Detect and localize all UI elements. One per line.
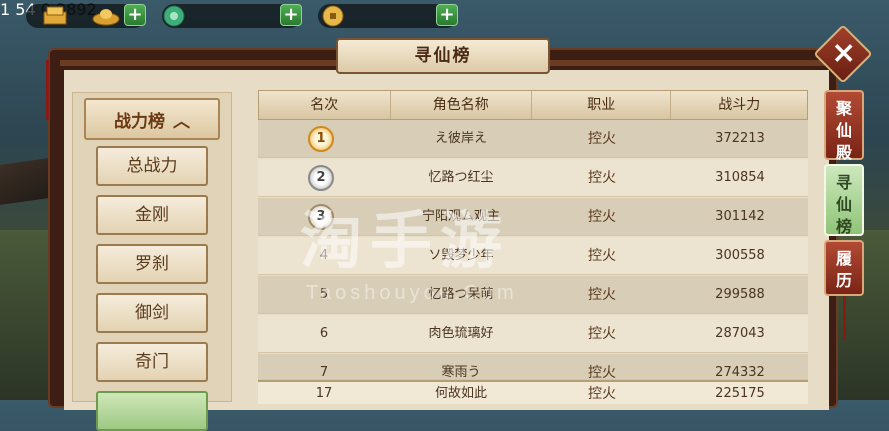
player-power: 299588 bbox=[715, 287, 765, 302]
tab-xunxianbang[interactable]: 寻仙榜 bbox=[824, 164, 864, 236]
add-ingot-button[interactable]: + bbox=[124, 4, 146, 26]
gold-medal-icon: 1 bbox=[308, 126, 334, 152]
player-job: 控火 bbox=[588, 248, 616, 264]
tab-juxiandian-label: 聚仙殿 bbox=[836, 99, 853, 162]
table-row[interactable]: 6 肉色琉璃好 控火 287043 bbox=[258, 315, 808, 353]
category-qimen[interactable]: 奇门 bbox=[96, 342, 208, 382]
player-power: 287043 bbox=[715, 326, 765, 341]
player-power: 310854 bbox=[715, 170, 765, 185]
player-job: 控火 bbox=[588, 326, 616, 342]
player-power: 372213 bbox=[715, 131, 765, 146]
header-name: 角色名称 bbox=[391, 91, 532, 119]
player-rank: 6 bbox=[319, 326, 329, 341]
watermark-url: Taoshouyou.Com bbox=[306, 282, 518, 304]
category-yujian[interactable]: 御剑 bbox=[96, 293, 208, 333]
player-job: 控火 bbox=[588, 131, 616, 147]
category-luosha[interactable]: 罗刹 bbox=[96, 244, 208, 284]
stamina-count: 1 bbox=[0, 0, 11, 19]
table-row[interactable]: 1 え彼岸え 控火 372213 bbox=[258, 120, 808, 158]
player-name: 肉色琉璃好 bbox=[428, 326, 494, 341]
my-power: 225175 bbox=[715, 386, 765, 401]
close-icon: × bbox=[831, 35, 857, 71]
add-jade-button[interactable]: + bbox=[280, 4, 302, 26]
player-power: 300558 bbox=[715, 248, 765, 263]
panel-title: 寻仙榜 bbox=[336, 38, 550, 74]
my-rank-row: 17 何故如此 控火 225175 bbox=[258, 380, 808, 404]
header-rank: 名次 bbox=[259, 91, 391, 119]
player-job: 控火 bbox=[588, 287, 616, 303]
player-job: 控火 bbox=[588, 365, 616, 380]
player-power: 274332 bbox=[715, 365, 765, 380]
category-total-power[interactable]: 总战力 bbox=[96, 146, 208, 186]
player-name: え彼岸え bbox=[434, 131, 487, 146]
resource-bar: 1 54 + 0 + 3892 + bbox=[0, 0, 470, 32]
yuanbao-icon bbox=[92, 9, 120, 26]
category-jingang[interactable]: 金刚 bbox=[96, 195, 208, 235]
tab-lvli[interactable]: 履历 bbox=[824, 240, 864, 296]
tab-xunxianbang-label: 寻仙榜 bbox=[836, 173, 853, 236]
my-rank: 17 bbox=[315, 386, 333, 401]
gold-bar-icon bbox=[43, 6, 67, 25]
category-header-label: 战力榜 bbox=[114, 111, 165, 132]
player-rank: 7 bbox=[319, 365, 329, 380]
table-row[interactable]: 7 寒雨う 控火 274332 bbox=[258, 354, 808, 380]
player-job: 控火 bbox=[588, 209, 616, 225]
player-name: 寒雨う bbox=[441, 365, 481, 380]
watermark-text: 淘手游 bbox=[300, 204, 511, 277]
category-dropdown[interactable]: 战力榜 ︿ bbox=[84, 98, 220, 140]
decorative-tassel bbox=[843, 296, 846, 340]
my-job: 控火 bbox=[588, 386, 616, 402]
header-power: 战斗力 bbox=[718, 97, 761, 113]
add-gold-button[interactable]: + bbox=[436, 4, 458, 26]
jade-icon bbox=[163, 5, 185, 27]
silver-medal-icon: 2 bbox=[308, 165, 334, 191]
category-kongshu[interactable] bbox=[96, 391, 208, 431]
tab-juxiandian[interactable]: 聚仙殿 bbox=[824, 90, 864, 162]
tab-lvli-label: 履历 bbox=[836, 249, 853, 290]
coin-icon bbox=[322, 5, 344, 27]
chevron-up-icon: ︿ bbox=[173, 111, 190, 132]
my-name: 何故如此 bbox=[434, 386, 487, 401]
player-job: 控火 bbox=[588, 170, 616, 186]
header-job: 职业 bbox=[532, 91, 672, 119]
table-header: 名次 角色名称 职业 战斗力 bbox=[258, 90, 808, 120]
player-power: 301142 bbox=[715, 209, 765, 224]
decorative-rope bbox=[46, 60, 49, 120]
